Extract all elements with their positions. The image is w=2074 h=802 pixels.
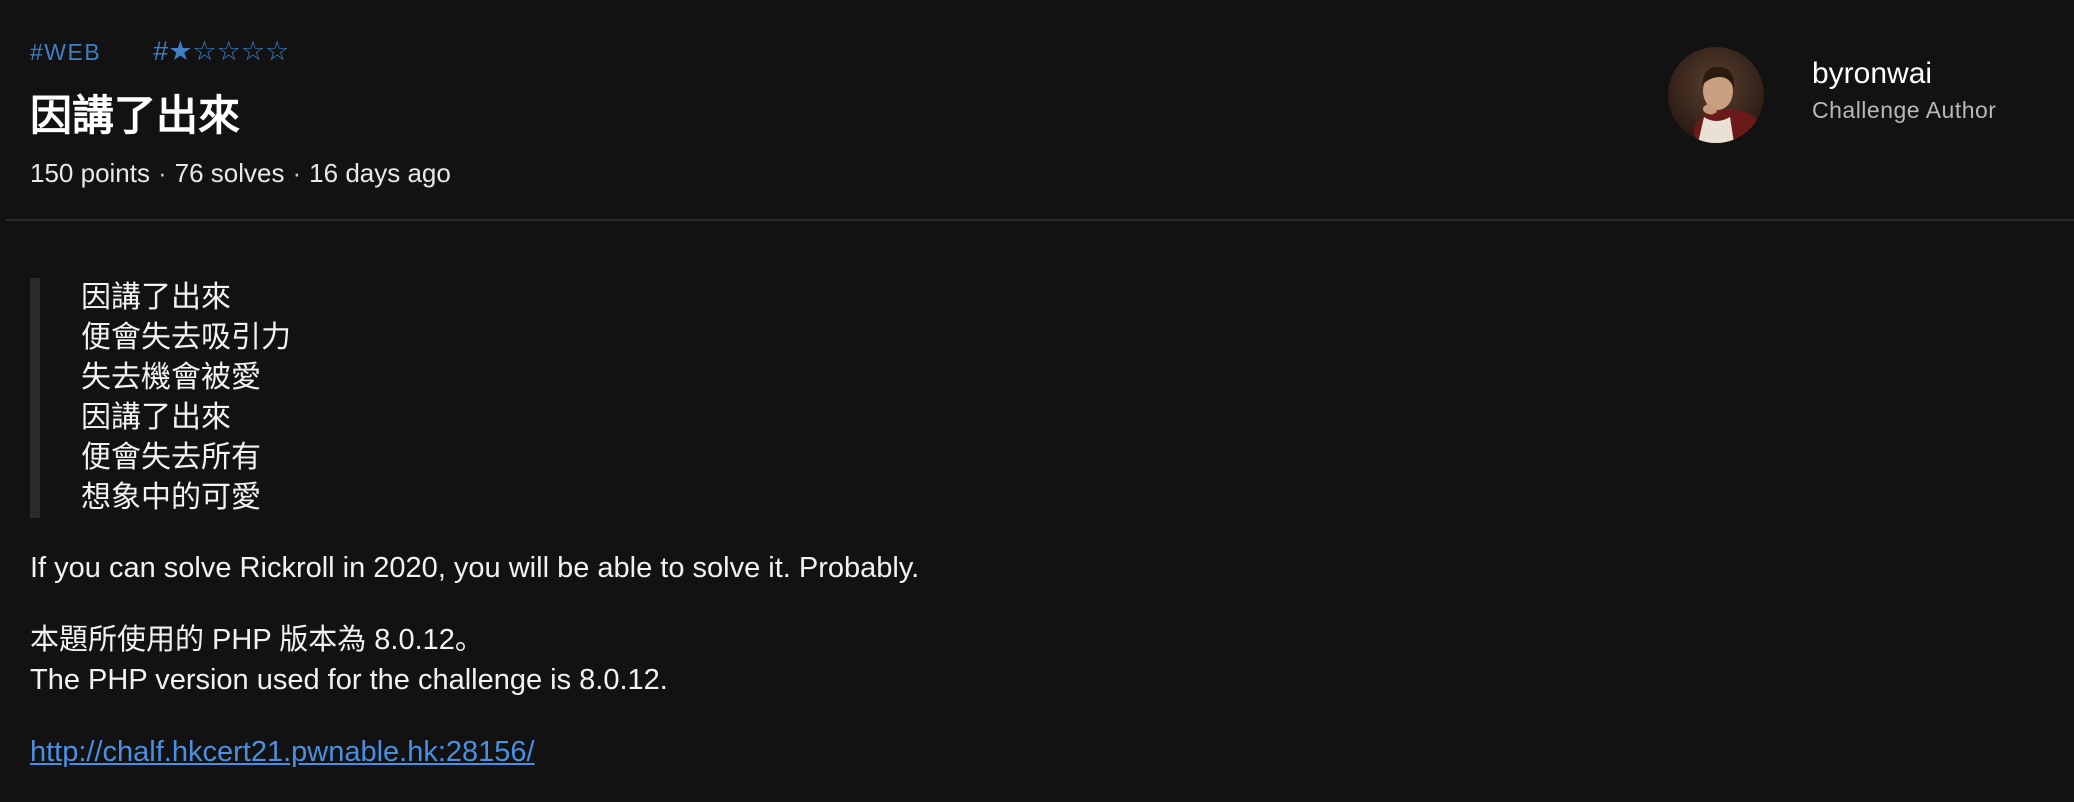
lyrics-blockquote: 因講了出來 便會失去吸引力 失去機會被愛 因講了出來 便會失去所有 想象中的可愛 bbox=[30, 278, 440, 518]
quote-line: 因講了出來 bbox=[81, 281, 231, 314]
quote-line: 便會失去所有 bbox=[81, 441, 261, 474]
challenge-url-link[interactable]: http://chalf.hkcert21.pwnable.hk:28156/ bbox=[30, 732, 535, 772]
meta-separator: · bbox=[292, 158, 302, 188]
solves-count: 76 solves bbox=[174, 158, 285, 188]
quote-line: 想象中的可愛 bbox=[81, 481, 261, 514]
difficulty-tag[interactable]: #★☆☆☆☆ bbox=[153, 36, 289, 67]
challenge-header: #WEB #★☆☆☆☆ 因講了出來 150 points · 76 solves… bbox=[0, 0, 2074, 220]
author-info: byronwai Challenge Author bbox=[1812, 57, 2072, 124]
challenge-page: #WEB #★☆☆☆☆ 因講了出來 150 points · 76 solves… bbox=[0, 0, 2074, 802]
quote-line: 因講了出來 bbox=[81, 401, 231, 434]
quote-line: 失去機會被愛 bbox=[81, 361, 261, 394]
author-avatar[interactable] bbox=[1668, 47, 1764, 143]
quote-line: 便會失去吸引力 bbox=[81, 321, 291, 354]
author-card[interactable]: byronwai Challenge Author bbox=[1668, 47, 1996, 143]
php-version-zh: 本題所使用的 PHP 版本為 8.0.12。 bbox=[30, 624, 484, 656]
author-name[interactable]: byronwai bbox=[1812, 57, 2072, 91]
portrait-avatar-icon bbox=[1668, 47, 1764, 143]
challenge-age: 16 days ago bbox=[309, 158, 451, 188]
php-version-en: The PHP version used for the challenge i… bbox=[30, 664, 668, 696]
meta-separator: · bbox=[157, 158, 167, 188]
hint-text: If you can solve Rickroll in 2020, you w… bbox=[30, 552, 920, 584]
category-tag[interactable]: #WEB bbox=[30, 39, 101, 66]
points-count: 150 points bbox=[30, 158, 150, 188]
tag-list: #WEB #★☆☆☆☆ bbox=[30, 36, 289, 67]
challenge-title: 因講了出來 bbox=[30, 92, 241, 139]
author-role: Challenge Author bbox=[1812, 97, 1997, 123]
challenge-meta: 150 points · 76 solves · 16 days ago bbox=[30, 158, 451, 189]
header-divider bbox=[6, 219, 2074, 221]
